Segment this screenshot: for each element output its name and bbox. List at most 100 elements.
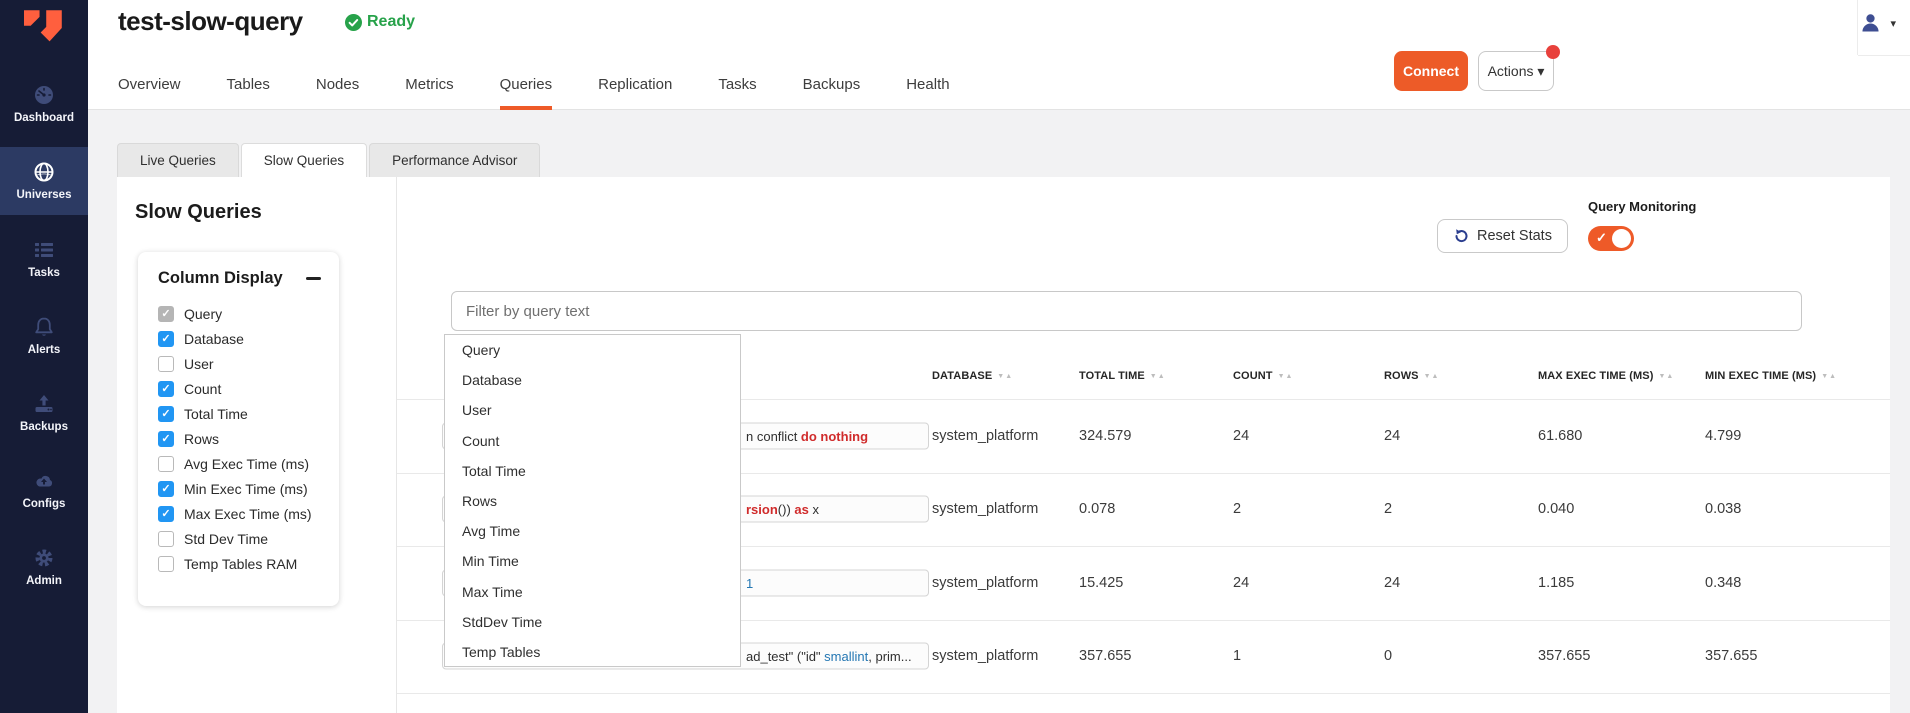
cell-rows: 24	[1384, 428, 1400, 444]
connect-button[interactable]: Connect	[1394, 51, 1468, 91]
column-option-user[interactable]: User	[158, 351, 321, 376]
tab-queries[interactable]: Queries	[500, 58, 553, 110]
sidebar-item-label: Admin	[26, 575, 62, 587]
cell-rows: 24	[1384, 575, 1400, 591]
suggestion-count[interactable]: Count	[445, 426, 740, 456]
tab-health[interactable]: Health	[906, 58, 949, 110]
sidebar-item-universes[interactable]: Universes	[0, 147, 88, 215]
actions-button[interactable]: Actions ▾	[1478, 51, 1554, 91]
column-option-avg-exec-time-ms[interactable]: Avg Exec Time (ms)	[158, 451, 321, 476]
sidebar-item-backups[interactable]: Backups	[0, 379, 88, 447]
cell-total-time: 324.579	[1079, 428, 1131, 444]
column-display-card: Column Display ✓Query✓DatabaseUser✓Count…	[138, 252, 339, 606]
column-option-label: Max Exec Time (ms)	[184, 506, 312, 522]
query-filter-input[interactable]	[451, 291, 1802, 331]
column-option-label: Rows	[184, 431, 219, 447]
column-header-min-exec-time-ms[interactable]: MIN EXEC TIME (MS)▼▲	[1705, 364, 1837, 388]
cell-min-exec-time-ms: 4.799	[1705, 428, 1741, 444]
cell-min-exec-time-ms: 0.038	[1705, 501, 1741, 517]
toggle-knob	[1612, 229, 1631, 248]
checkbox-icon	[158, 356, 174, 372]
subtab-slow-queries[interactable]: Slow Queries	[241, 143, 367, 177]
column-option-label: Database	[184, 331, 244, 347]
query-monitoring-toggle[interactable]: ✓	[1588, 226, 1634, 251]
sidebar-item-label: Backups	[20, 421, 68, 433]
column-option-max-exec-time-ms[interactable]: ✓Max Exec Time (ms)	[158, 501, 321, 526]
column-header-count[interactable]: COUNT▼▲	[1233, 364, 1293, 388]
column-header-label: TOTAL TIME	[1079, 370, 1145, 382]
column-option-std-dev-time[interactable]: Std Dev Time	[158, 526, 321, 551]
column-header-max-exec-time-ms[interactable]: MAX EXEC TIME (MS) ▼▲	[1538, 364, 1674, 388]
sidebar-item-dashboard[interactable]: Dashboard	[0, 70, 88, 138]
sort-icons: ▼▲	[997, 373, 1013, 380]
column-option-temp-tables-ram[interactable]: Temp Tables RAM	[158, 551, 321, 576]
sidebar-item-admin[interactable]: Admin	[0, 533, 88, 601]
suggestion-max-time[interactable]: Max Time	[445, 577, 740, 607]
cell-rows: 2	[1384, 501, 1392, 517]
column-header-label: MAX EXEC TIME (MS)	[1538, 370, 1653, 382]
column-option-label: Total Time	[184, 406, 248, 422]
column-header-rows[interactable]: ROWS▼▲	[1384, 364, 1439, 388]
suggestion-stddev-time[interactable]: StdDev Time	[445, 607, 740, 637]
checkbox-icon: ✓	[158, 431, 174, 447]
user-menu[interactable]: ▾	[1859, 12, 1896, 35]
cell-total-time: 0.078	[1079, 501, 1115, 517]
column-option-database[interactable]: ✓Database	[158, 326, 321, 351]
row-separator	[397, 693, 1890, 694]
query-snippet: 1	[746, 576, 753, 591]
column-option-min-exec-time-ms[interactable]: ✓Min Exec Time (ms)	[158, 476, 321, 501]
slow-queries-panel: Slow Queries Reset Stats Query Monitorin…	[117, 177, 1890, 713]
suggestion-rows[interactable]: Rows	[445, 486, 740, 516]
sidebar-item-alerts[interactable]: Alerts	[0, 302, 88, 370]
cell-max-exec-time-ms: 1.185	[1538, 575, 1574, 591]
column-option-count[interactable]: ✓Count	[158, 376, 321, 401]
suggestion-query[interactable]: Query	[445, 335, 740, 365]
suggestion-avg-time[interactable]: Avg Time	[445, 516, 740, 546]
sidebar-item-label: Alerts	[28, 344, 61, 356]
tab-overview[interactable]: Overview	[118, 58, 181, 110]
dashboard-icon	[33, 84, 55, 106]
suggestion-user[interactable]: User	[445, 395, 740, 425]
tasks-icon	[33, 239, 55, 261]
cell-min-exec-time-ms: 0.348	[1705, 575, 1741, 591]
column-option-total-time[interactable]: ✓Total Time	[158, 401, 321, 426]
sidebar-item-tasks[interactable]: Tasks	[0, 225, 88, 293]
tab-metrics[interactable]: Metrics	[405, 58, 453, 110]
column-header-database[interactable]: DATABASE▼▲	[932, 364, 1013, 388]
subtab-performance-advisor[interactable]: Performance Advisor	[369, 143, 540, 177]
column-option-label: Temp Tables RAM	[184, 556, 297, 572]
suggestion-total-time[interactable]: Total Time	[445, 456, 740, 486]
cell-database: system_platform	[932, 428, 1038, 444]
checkbox-icon: ✓	[158, 381, 174, 397]
notification-dot	[1546, 45, 1560, 59]
tab-replication[interactable]: Replication	[598, 58, 672, 110]
cell-count: 24	[1233, 575, 1249, 591]
suggestion-database[interactable]: Database	[445, 365, 740, 395]
column-option-query[interactable]: ✓Query	[158, 301, 321, 326]
alerts-icon	[33, 316, 55, 338]
tab-tasks[interactable]: Tasks	[718, 58, 756, 110]
column-header-total-time[interactable]: TOTAL TIME▼▲	[1079, 364, 1166, 388]
sort-icons: ▼▲	[1658, 373, 1674, 380]
tab-nodes[interactable]: Nodes	[316, 58, 359, 110]
sidebar-item-configs[interactable]: Configs	[0, 456, 88, 524]
toggle-check-icon: ✓	[1596, 230, 1607, 246]
collapse-minus-icon[interactable]	[306, 277, 321, 280]
tab-backups[interactable]: Backups	[803, 58, 861, 110]
query-snippet: n conflict do nothing	[746, 429, 868, 444]
sort-icons: ▼▲	[1278, 373, 1294, 380]
header-divider	[1858, 55, 1910, 56]
tab-tables[interactable]: Tables	[227, 58, 270, 110]
suggestion-min-time[interactable]: Min Time	[445, 546, 740, 576]
suggestion-temp-tables[interactable]: Temp Tables	[445, 637, 740, 667]
app-window: Dashboard Universes Tasks Alerts Backups Conf…	[0, 0, 1910, 713]
subtab-live-queries[interactable]: Live Queries	[117, 143, 239, 177]
yugabyte-logo-icon[interactable]	[24, 9, 64, 47]
cell-total-time: 357.655	[1079, 648, 1131, 664]
cell-max-exec-time-ms: 0.040	[1538, 501, 1574, 517]
reset-stats-button[interactable]: Reset Stats	[1437, 219, 1568, 253]
column-option-rows[interactable]: ✓ Rows	[158, 426, 321, 451]
column-option-label: Avg Exec Time (ms)	[184, 456, 309, 472]
query-snippet: rsion()) as x	[746, 502, 819, 517]
cell-min-exec-time-ms: 357.655	[1705, 648, 1757, 664]
